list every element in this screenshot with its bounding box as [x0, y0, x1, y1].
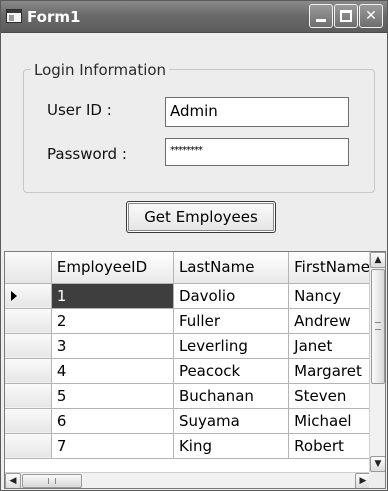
- table-row[interactable]: 4 Peacock Margaret: [5, 358, 371, 384]
- cell-lastname[interactable]: Fuller: [173, 308, 290, 334]
- cell-firstname[interactable]: Janet: [288, 333, 371, 359]
- cell-firstname[interactable]: Andrew: [288, 308, 371, 334]
- table-row[interactable]: 3 Leverling Janet: [5, 333, 371, 359]
- password-input[interactable]: ********: [165, 138, 349, 166]
- header-row: EmployeeID LastName FirstName: [5, 252, 371, 284]
- employees-table: EmployeeID LastName FirstName 1 Davolio …: [5, 252, 371, 459]
- row-header[interactable]: [5, 383, 52, 409]
- maximize-button[interactable]: [334, 4, 358, 28]
- title-bar[interactable]: Form1 ✕: [1, 1, 387, 33]
- scroll-up-button[interactable]: ▲: [370, 252, 385, 268]
- window-title: Form1: [27, 8, 81, 26]
- cell-lastname[interactable]: Davolio: [173, 283, 290, 309]
- cell-lastname[interactable]: Peacock: [173, 358, 290, 384]
- close-button[interactable]: ✕: [359, 4, 383, 28]
- cell-firstname[interactable]: Michael: [288, 408, 371, 434]
- cell-employeeid[interactable]: 7: [51, 433, 174, 459]
- form1-window: Form1 ✕ Login Information User ID : Admi…: [0, 0, 388, 491]
- header-corner[interactable]: [5, 252, 52, 284]
- row-header[interactable]: [5, 308, 52, 334]
- maximize-icon: [340, 10, 352, 22]
- get-employees-button[interactable]: Get Employees: [126, 201, 276, 233]
- row-header[interactable]: [5, 333, 52, 359]
- scroll-left-button[interactable]: ◀: [5, 473, 21, 488]
- cell-employeeid[interactable]: 3: [51, 333, 174, 359]
- horizontal-scroll-thumb[interactable]: [22, 474, 82, 488]
- cell-employeeid[interactable]: 1: [51, 283, 174, 309]
- grip-icon: [48, 478, 56, 484]
- row-header[interactable]: [5, 283, 52, 309]
- login-information-legend: Login Information: [31, 61, 170, 79]
- row-header[interactable]: [5, 358, 52, 384]
- arrow-down-icon: ▼: [374, 459, 382, 469]
- grip-icon: [375, 322, 381, 330]
- cell-firstname[interactable]: Robert: [288, 433, 371, 459]
- user-id-label: User ID :: [47, 101, 112, 119]
- login-information-group: [23, 69, 375, 193]
- password-label: Password :: [47, 145, 127, 163]
- row-header[interactable]: [5, 408, 52, 434]
- user-id-input[interactable]: Admin: [165, 97, 349, 127]
- table-row[interactable]: 6 Suyama Michael: [5, 408, 371, 434]
- table-row[interactable]: 5 Buchanan Steven: [5, 383, 371, 409]
- table-row[interactable]: 7 King Robert: [5, 433, 371, 459]
- arrow-right-icon: ▶: [359, 476, 367, 486]
- minimize-button[interactable]: [309, 4, 333, 28]
- arrow-left-icon: ◀: [9, 476, 17, 486]
- horizontal-scrollbar[interactable]: ◀ ▶: [5, 472, 371, 488]
- column-header-lastname[interactable]: LastName: [173, 252, 290, 284]
- employees-data-grid[interactable]: EmployeeID LastName FirstName 1 Davolio …: [4, 251, 386, 489]
- table-row[interactable]: 1 Davolio Nancy: [5, 283, 371, 309]
- cell-lastname[interactable]: Suyama: [173, 408, 290, 434]
- cell-employeeid[interactable]: 4: [51, 358, 174, 384]
- cell-employeeid[interactable]: 2: [51, 308, 174, 334]
- cell-firstname[interactable]: Steven: [288, 383, 371, 409]
- form-window-icon[interactable]: [6, 9, 22, 23]
- arrow-up-icon: ▲: [374, 255, 382, 265]
- cell-employeeid[interactable]: 6: [51, 408, 174, 434]
- scrollbar-corner: [369, 472, 385, 488]
- table-row[interactable]: 2 Fuller Andrew: [5, 308, 371, 334]
- cell-firstname[interactable]: Nancy: [288, 283, 371, 309]
- cell-firstname[interactable]: Margaret: [288, 358, 371, 384]
- close-icon: ✕: [365, 8, 377, 24]
- current-row-arrow-icon: [11, 290, 17, 301]
- scroll-down-button[interactable]: ▼: [370, 456, 385, 472]
- cell-lastname[interactable]: King: [173, 433, 290, 459]
- cell-lastname[interactable]: Leverling: [173, 333, 290, 359]
- minimize-icon: [316, 19, 326, 22]
- column-header-employeeid[interactable]: EmployeeID: [51, 252, 174, 284]
- row-header[interactable]: [5, 433, 52, 459]
- vertical-scrollbar[interactable]: ▲ ▼: [369, 252, 385, 472]
- column-header-firstname[interactable]: FirstName: [288, 252, 371, 284]
- vertical-scroll-thumb[interactable]: [371, 269, 385, 384]
- cell-employeeid[interactable]: 5: [51, 383, 174, 409]
- cell-lastname[interactable]: Buchanan: [173, 383, 290, 409]
